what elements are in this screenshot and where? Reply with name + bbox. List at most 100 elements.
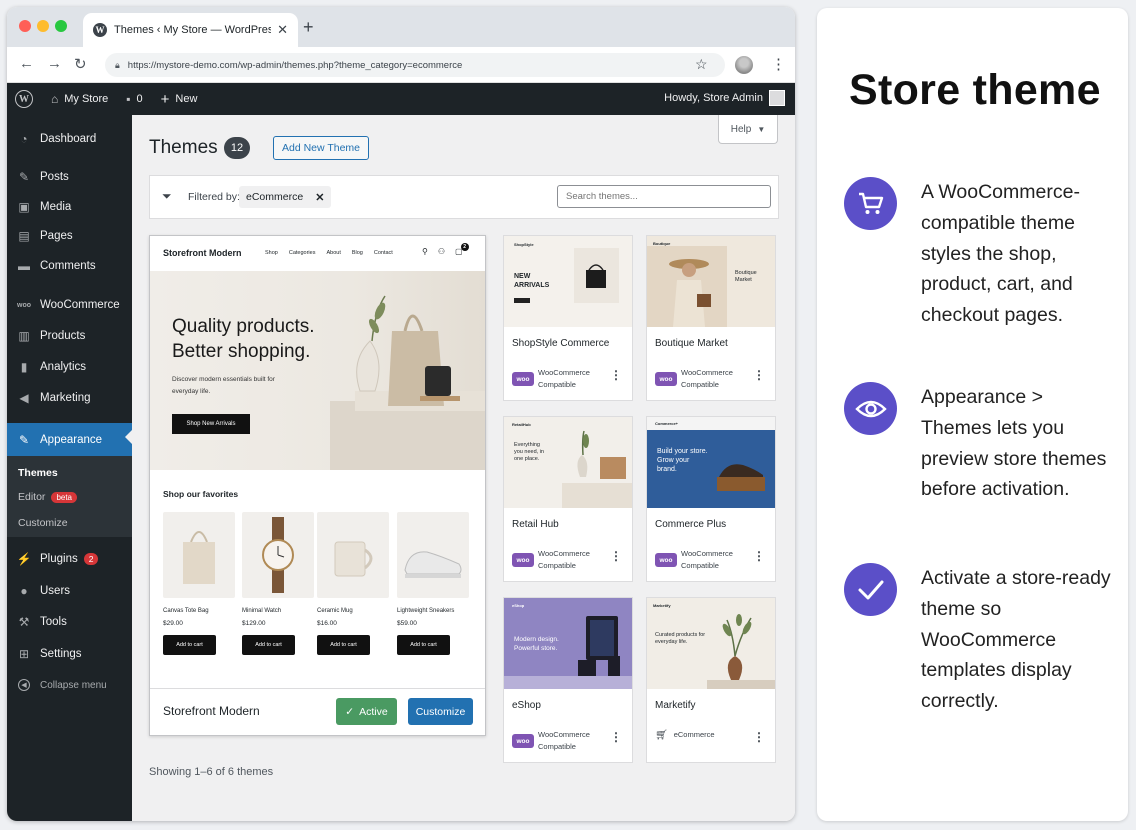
active-status-button[interactable]: ✓ Active bbox=[336, 698, 397, 725]
favorites-heading: Shop our favorites bbox=[163, 489, 239, 499]
close-window-button[interactable] bbox=[19, 20, 31, 32]
compat-badge: woo WooCommerce Compatible bbox=[512, 548, 590, 572]
sidebar-item-marketing[interactable]: ◀ Marketing bbox=[7, 384, 132, 412]
sidebar-item-analytics[interactable]: ▮ Analytics bbox=[7, 353, 132, 381]
reload-icon[interactable]: ↻ bbox=[74, 55, 87, 73]
theme-more-menu-icon[interactable]: ⋮ bbox=[753, 549, 765, 563]
eye-icon bbox=[844, 382, 897, 435]
help-tab-button[interactable]: Help ▼ bbox=[718, 115, 778, 144]
search-icon: ⚲ bbox=[422, 247, 428, 256]
submenu-item-customize[interactable]: Customize bbox=[18, 517, 68, 529]
wordpress-logo-icon[interactable]: W bbox=[15, 90, 33, 108]
page-title: Themes bbox=[149, 137, 218, 158]
theme-card[interactable]: RetailHub Everything you need, in one pl… bbox=[503, 416, 633, 582]
maximize-window-button[interactable] bbox=[55, 20, 67, 32]
compat-badge: woo WooCommerce Compatible bbox=[655, 367, 733, 391]
theme-screenshot: Commerce+ Build your store. Grow your br… bbox=[647, 417, 775, 508]
theme-more-menu-icon[interactable]: ⋮ bbox=[610, 549, 622, 563]
sidebar-item-products[interactable]: ▥ Products bbox=[7, 322, 132, 350]
sidebar-item-label: Marketing bbox=[40, 392, 91, 404]
theme-name: eShop bbox=[512, 700, 541, 711]
bookmark-star-icon[interactable]: ☆ bbox=[695, 56, 708, 73]
sidebar-item-appearance[interactable]: ✎ Appearance bbox=[7, 423, 132, 456]
browser-menu-icon[interactable]: ⋮ bbox=[771, 55, 786, 73]
theme-name: Retail Hub bbox=[512, 519, 559, 530]
site-name-link[interactable]: ⌂ My Store bbox=[51, 92, 108, 106]
wordpress-favicon-icon: W bbox=[93, 23, 107, 37]
panel-title: Store theme bbox=[849, 66, 1101, 114]
sidebar-item-label: Comments bbox=[40, 260, 96, 272]
sidebar-item-media[interactable]: ▣ Media bbox=[7, 193, 132, 221]
sidebar-item-comments[interactable]: ▬ Comments bbox=[7, 252, 132, 280]
woocommerce-logo-icon: woo bbox=[512, 553, 534, 567]
theme-card[interactable]: ShopStyle NEW ARRIVALS ShopStyle Commerc… bbox=[503, 235, 633, 401]
compat-line: Compatible bbox=[681, 561, 719, 570]
theme-more-menu-icon[interactable]: ⋮ bbox=[753, 368, 765, 382]
theme-card[interactable]: eShop Modern design. Powerful store. eSh… bbox=[503, 597, 633, 763]
add-to-cart-button: Add to cart bbox=[397, 635, 450, 655]
sidebar-item-pages[interactable]: ▤ Pages bbox=[7, 222, 132, 250]
sidebar-item-dashboard[interactable]: ◔ Dashboard bbox=[7, 125, 132, 153]
filter-bar: ⏷ Filtered by: eCommerce ✕ bbox=[149, 175, 779, 219]
settings-sliders-icon: ⊞ bbox=[18, 647, 30, 661]
sidebar-item-users[interactable]: ● Users bbox=[7, 577, 132, 605]
preview-hero-heading: Quality products. Better shopping. bbox=[172, 314, 315, 364]
admin-sidebar: ◔ Dashboard ✎ Posts ▣ Media ▤ Pages ▬ Comment… bbox=[7, 115, 132, 821]
forward-arrow-icon[interactable]: → bbox=[47, 55, 62, 72]
address-bar[interactable]: 🔒︎ https://mystore-demo.com/wp-admin/the… bbox=[105, 53, 725, 77]
preview-hero-subtext: Discover modern essentials built for eve… bbox=[172, 376, 275, 395]
filter-funnel-icon: ⏷ bbox=[162, 189, 172, 203]
compat-line: WooCommerce bbox=[538, 368, 590, 377]
theme-name: Marketify bbox=[655, 700, 696, 711]
compat-text: WooCommerce Compatible bbox=[538, 548, 590, 572]
theme-more-menu-icon[interactable]: ⋮ bbox=[610, 368, 622, 382]
preview-nav-item: Contact bbox=[373, 250, 393, 256]
compat-text: WooCommerce Compatible bbox=[681, 367, 733, 391]
new-content-link[interactable]: + New bbox=[161, 91, 198, 108]
new-tab-button[interactable]: + bbox=[303, 17, 314, 38]
sidebar-item-plugins[interactable]: ⚡ Plugins 2 bbox=[7, 545, 132, 573]
plus-icon: + bbox=[160, 90, 170, 108]
submenu-item-themes[interactable]: Themes bbox=[18, 467, 58, 479]
browser-tab[interactable]: W Themes ‹ My Store — WordPress ✕ bbox=[83, 13, 298, 47]
tab-title: Themes ‹ My Store — WordPress bbox=[114, 24, 272, 36]
product-name: Ceramic Mug bbox=[317, 608, 353, 614]
profile-avatar[interactable] bbox=[735, 56, 753, 74]
sidebar-item-woocommerce[interactable]: woo WooCommerce bbox=[7, 291, 132, 319]
add-new-theme-button[interactable]: Add New Theme bbox=[273, 136, 370, 160]
sidebar-item-label: Pages bbox=[40, 230, 73, 242]
hero-line: Better shopping. bbox=[172, 341, 311, 362]
active-label: Active bbox=[359, 705, 388, 718]
submenu-item-editor[interactable]: Editor beta bbox=[18, 491, 78, 503]
lock-icon: 🔒︎ bbox=[115, 59, 120, 70]
theme-card[interactable]: Boutique Boutique Market Boutique Market… bbox=[646, 235, 776, 401]
active-theme-card[interactable]: Storefront Modern Shop Categories About … bbox=[149, 235, 486, 736]
new-label: New bbox=[175, 93, 198, 105]
sidebar-item-posts[interactable]: ✎ Posts bbox=[7, 163, 132, 191]
howdy-text: Howdy, Store Admin bbox=[664, 92, 763, 104]
sidebar-item-settings[interactable]: ⊞ Settings bbox=[7, 640, 132, 668]
customize-button[interactable]: Customize bbox=[408, 698, 473, 725]
sidebar-item-tools[interactable]: ⚒ Tools bbox=[7, 608, 132, 636]
preview-nav: Shop Categories About Blog Contact bbox=[265, 250, 393, 256]
back-arrow-icon[interactable]: ← bbox=[19, 55, 34, 72]
collapse-menu-button[interactable]: ◀ Collapse menu bbox=[7, 671, 132, 699]
search-themes-input[interactable] bbox=[557, 185, 771, 208]
sidebar-item-label: Posts bbox=[40, 171, 69, 183]
preview-product: Minimal Watch $129.00 Add to cart bbox=[242, 512, 314, 655]
theme-more-menu-icon[interactable]: ⋮ bbox=[753, 730, 765, 744]
comments-link[interactable]: ▪ 0 bbox=[126, 92, 142, 106]
submenu-label: Editor bbox=[18, 491, 46, 503]
tab-close-icon[interactable]: ✕ bbox=[277, 22, 288, 38]
user-account-menu[interactable]: Howdy, Store Admin bbox=[664, 90, 785, 106]
theme-card[interactable]: Marketify Curated products for everyday … bbox=[646, 597, 776, 763]
compat-line: WooCommerce bbox=[538, 730, 590, 739]
theme-card[interactable]: Commerce+ Build your store. Grow your br… bbox=[646, 416, 776, 582]
minimize-window-button[interactable] bbox=[37, 20, 49, 32]
theme-more-menu-icon[interactable]: ⋮ bbox=[610, 730, 622, 744]
cart-count: 2 bbox=[460, 243, 469, 251]
browser-toolbar: ← → ↻ 🔒︎ https://mystore-demo.com/wp-adm… bbox=[7, 47, 795, 83]
preview-hero: Quality products. Better shopping. Discov… bbox=[150, 271, 485, 470]
remove-filter-icon[interactable]: ✕ bbox=[315, 191, 324, 204]
plug-icon: ⚡ bbox=[16, 552, 32, 566]
